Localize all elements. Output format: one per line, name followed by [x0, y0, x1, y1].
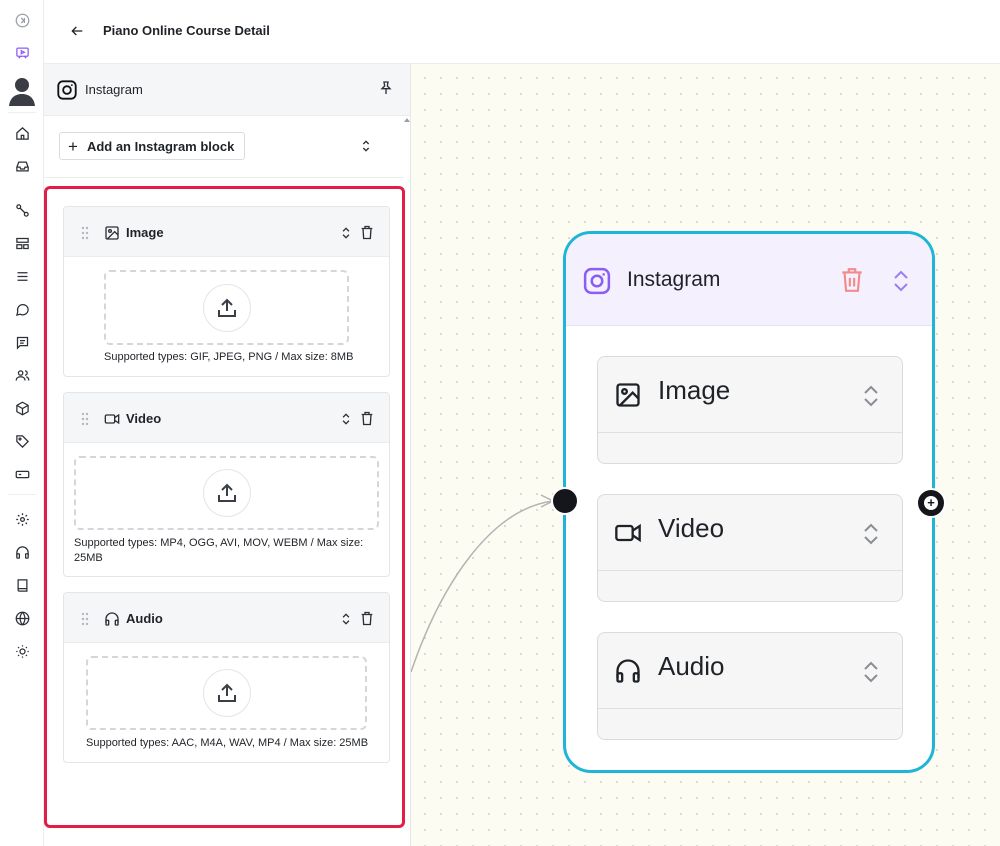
- panel-header: Instagram: [44, 64, 410, 116]
- message-icon[interactable]: [10, 330, 34, 354]
- trash-icon[interactable]: [839, 266, 865, 294]
- panel-title: Instagram: [85, 82, 143, 97]
- video-icon: [104, 411, 120, 427]
- top-header: Piano Online Course Detail: [44, 0, 1000, 64]
- upload-icon: [202, 283, 251, 332]
- image-block: Image Supported types: GIF, JPEG, PNG / …: [63, 206, 390, 377]
- plus-icon: +: [68, 136, 78, 156]
- globe-icon[interactable]: [10, 606, 34, 630]
- audio-block: Audio Supported types: AAC, M4A, WAV, MP…: [63, 592, 390, 763]
- block-title: Video: [126, 411, 162, 426]
- node-title: Instagram: [627, 268, 721, 291]
- chat-icon[interactable]: [10, 297, 34, 321]
- workflow-icon[interactable]: [10, 198, 34, 222]
- blocks-highlight-box: Image Supported types: GIF, JPEG, PNG / …: [44, 186, 405, 828]
- image-icon: [614, 381, 642, 409]
- chevron-up-down-icon[interactable]: [339, 411, 353, 427]
- pin-icon[interactable]: [378, 80, 396, 98]
- rail-divider: [8, 112, 36, 113]
- trash-icon[interactable]: [359, 224, 375, 241]
- headphones-icon: [614, 657, 642, 685]
- audio-upload-dropzone[interactable]: [86, 656, 367, 730]
- home-icon[interactable]: [10, 121, 34, 145]
- layout-icon[interactable]: [10, 231, 34, 255]
- node-item-label: Image: [658, 375, 731, 405]
- node-item-image[interactable]: Image: [597, 356, 903, 464]
- chevron-up-down-icon[interactable]: [891, 268, 911, 294]
- card-icon[interactable]: [10, 462, 34, 486]
- image-upload-dropzone[interactable]: [104, 270, 349, 345]
- upload-icon: [202, 669, 251, 717]
- add-instagram-block-button[interactable]: + Add an Instagram block: [59, 132, 246, 160]
- back-arrow-icon[interactable]: [66, 20, 88, 42]
- chevron-up-down-icon[interactable]: [339, 225, 353, 241]
- instagram-icon: [582, 266, 612, 296]
- block-title: Audio: [126, 611, 163, 626]
- instagram-icon: [56, 79, 78, 101]
- supported-types-text: Supported types: AAC, M4A, WAV, MP4 / Ma…: [86, 737, 369, 749]
- node-input-port[interactable]: [551, 487, 579, 515]
- tag-icon[interactable]: [10, 429, 34, 453]
- trash-icon[interactable]: [359, 610, 375, 627]
- sun-icon[interactable]: [10, 639, 34, 663]
- node-item-body: Image: [598, 357, 902, 433]
- drag-handle-icon[interactable]: [80, 612, 90, 626]
- block-header: Audio: [64, 593, 389, 643]
- drag-handle-icon[interactable]: [80, 226, 90, 240]
- node-item-label: Video: [658, 513, 725, 543]
- node-item-audio[interactable]: Audio: [597, 632, 903, 740]
- instagram-node[interactable]: Instagram Image Video Audio: [563, 231, 935, 773]
- video-block: Video Supported types: MP4, OGG, AVI, MO…: [63, 392, 390, 577]
- chevron-up-down-icon[interactable]: [339, 611, 353, 627]
- users-icon[interactable]: [10, 363, 34, 387]
- icon-rail: [0, 0, 44, 846]
- node-header: Instagram: [566, 234, 932, 326]
- block-header: Image: [64, 207, 389, 257]
- inbox-icon[interactable]: [10, 154, 34, 178]
- settings-icon[interactable]: [10, 507, 34, 531]
- flow-canvas[interactable]: Instagram Image Video Audio +: [411, 64, 1000, 846]
- node-item-video[interactable]: Video: [597, 494, 903, 602]
- node-item-body: Audio: [598, 633, 902, 709]
- upload-icon: [202, 469, 251, 517]
- video-upload-dropzone[interactable]: [74, 456, 379, 530]
- node-item-body: Video: [598, 495, 902, 571]
- headphones-icon[interactable]: [10, 540, 34, 564]
- chevron-up-down-icon[interactable]: [862, 383, 880, 409]
- avatar[interactable]: [8, 76, 36, 106]
- block-header: Video: [64, 393, 389, 443]
- add-block-row: + Add an Instagram block: [44, 116, 404, 178]
- menu-icon[interactable]: [10, 264, 34, 288]
- drag-handle-icon[interactable]: [80, 412, 90, 426]
- instagram-settings-panel: Instagram + Add an Instagram block Image: [44, 64, 411, 846]
- page-title: Piano Online Course Detail: [103, 23, 270, 38]
- block-title: Image: [126, 225, 164, 240]
- rail-divider: [8, 494, 36, 495]
- box-icon[interactable]: [10, 396, 34, 420]
- supported-types-text: Supported types: MP4, OGG, AVI, MOV, WEB…: [74, 537, 364, 564]
- trash-icon[interactable]: [359, 410, 375, 427]
- image-icon: [104, 225, 120, 241]
- supported-types-text: Supported types: GIF, JPEG, PNG / Max si…: [104, 351, 354, 363]
- collapse-sidebar-icon[interactable]: [10, 8, 34, 32]
- add-block-label: Add an Instagram block: [86, 138, 235, 154]
- plus-icon: +: [924, 496, 938, 510]
- node-output-port[interactable]: +: [916, 488, 946, 518]
- chevron-up-down-icon[interactable]: [358, 138, 374, 154]
- node-item-label: Audio: [658, 651, 725, 681]
- chevron-up-down-icon[interactable]: [862, 659, 880, 685]
- headphones-icon: [104, 611, 120, 627]
- book-icon[interactable]: [10, 573, 34, 597]
- broadcast-icon[interactable]: [10, 40, 34, 64]
- video-icon: [614, 519, 642, 547]
- chevron-up-down-icon[interactable]: [862, 521, 880, 547]
